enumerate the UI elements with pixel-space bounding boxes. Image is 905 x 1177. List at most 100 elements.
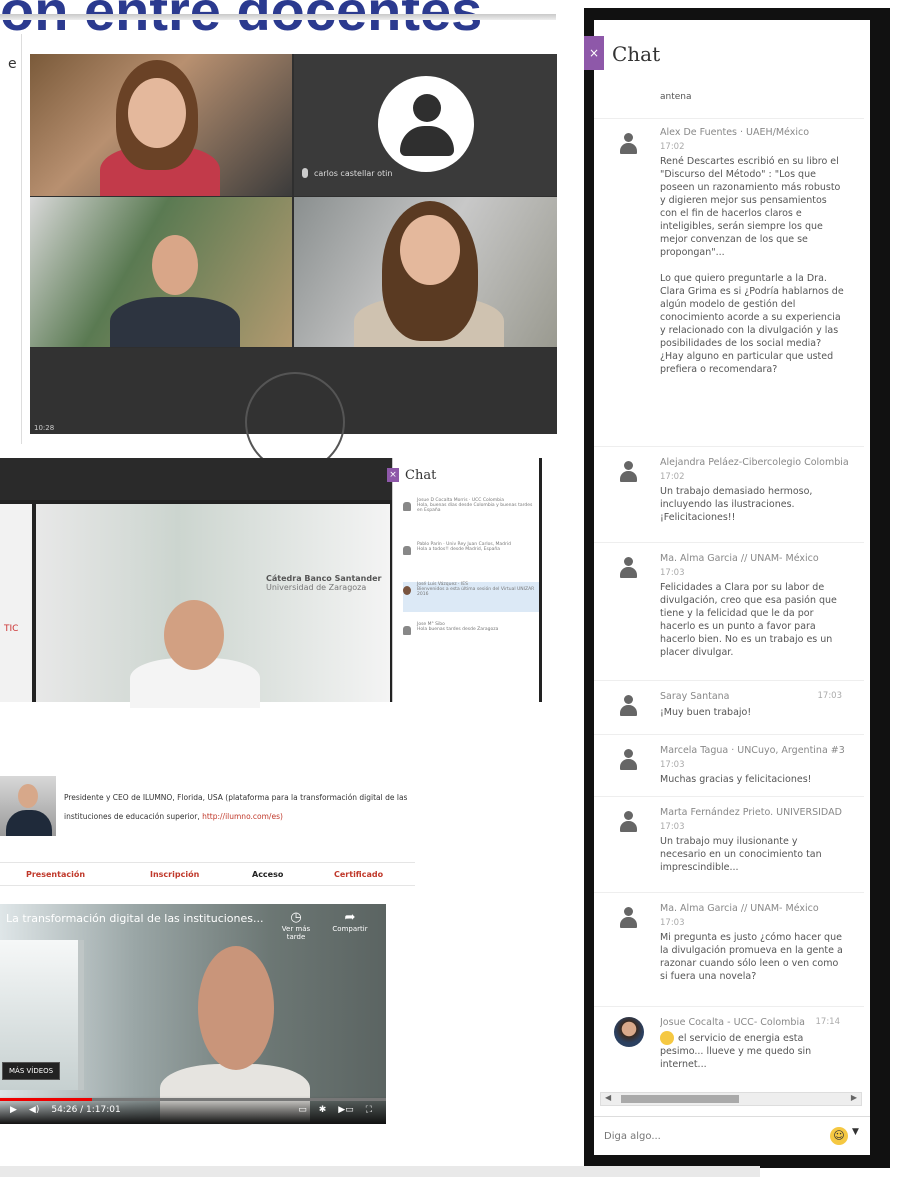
- control-ring[interactable]: [245, 372, 345, 472]
- video-tile-woman-2[interactable]: [294, 197, 557, 347]
- share-label: Compartir: [332, 925, 368, 933]
- message-time: 17:03: [660, 822, 685, 832]
- person-face: [152, 235, 198, 295]
- message-time: 17:02: [660, 472, 685, 482]
- horizontal-scrollbar[interactable]: ◀ ▶: [600, 1092, 862, 1106]
- chat-message: Marcela Tagua · UNCuyo, Argentina #3 17:…: [594, 734, 864, 796]
- chat-message: Saray Santana 17:03 ¡Muy buen trabajo!: [594, 680, 864, 734]
- message-text: Hola, buenas días desde Colombia y buena…: [417, 503, 533, 513]
- chat-messages[interactable]: antena Alex De Fuentes · UAEH/México 17:…: [594, 84, 870, 1089]
- settings-gear-icon[interactable]: ✱: [319, 1105, 327, 1115]
- course-tabs: Presentación Inscripción Acceso Certific…: [0, 862, 415, 886]
- message-text: Muchas gracias y felicitaciones!: [660, 774, 812, 785]
- message-time: 17:03: [660, 918, 685, 928]
- volume-icon[interactable]: ◀): [29, 1105, 39, 1115]
- mini-chat-title: Chat: [405, 468, 437, 483]
- user-icon: [616, 459, 640, 483]
- video-title[interactable]: La transformación digital de las institu…: [6, 912, 264, 925]
- more-videos-button[interactable]: MÁS VÍDEOS: [2, 1062, 61, 1080]
- message-text: René Descartes escribió en su libro el "…: [660, 156, 844, 375]
- mini-chat-message: José Luis Vázquez · IES Bienvenidos a est…: [403, 582, 539, 612]
- fullscreen-icon[interactable]: ⛶: [366, 1105, 372, 1115]
- user-icon: [403, 546, 411, 555]
- chat-input[interactable]: [604, 1125, 814, 1147]
- message-author: Ma. Alma Garcia // UNAM- México: [660, 553, 819, 564]
- scroll-thumb[interactable]: [621, 1095, 739, 1103]
- user-icon: [403, 502, 411, 511]
- mini-chat-panel: × Chat Josue D Cocalta Morris · UCC Colo…: [387, 458, 542, 702]
- worried-emoji-icon: [660, 1031, 674, 1045]
- message-author: Alex De Fuentes · UAEH/México: [660, 127, 810, 138]
- message-text: el servicio de energia esta pesimo... ll…: [660, 1033, 812, 1070]
- message-text: Un trabajo muy ilusionante y necesario e…: [660, 836, 822, 873]
- message-text: Felicidades a Clara por su labor de divu…: [660, 582, 837, 658]
- session-screenshot: TIC Cátedra Banco Santander Universidad …: [0, 458, 392, 708]
- tab-acceso[interactable]: Acceso: [252, 870, 283, 879]
- tab-inscripcion[interactable]: Inscripción: [150, 870, 199, 879]
- message-time: 17:03: [660, 760, 685, 770]
- message-author: Josue Cocalta - UCC- Colombia: [660, 1017, 805, 1028]
- participant-name: carlos castellar otin: [314, 168, 393, 178]
- timestamp: 10:28: [34, 424, 55, 432]
- video-topbar: [0, 458, 392, 500]
- tab-presentacion[interactable]: Presentación: [26, 870, 85, 879]
- chat-title: Chat: [612, 42, 661, 66]
- youtube-logo-icon[interactable]: ▶▭: [338, 1105, 353, 1115]
- message-time: 17:03: [660, 568, 685, 578]
- left-video[interactable]: TIC: [0, 504, 32, 702]
- page: ón entre docentes e carlos castellar oti…: [0, 0, 905, 1177]
- watch-later-label: Ver más tarde: [281, 925, 311, 941]
- person-face: [164, 600, 224, 670]
- video-tile-man[interactable]: [30, 197, 292, 347]
- video-tile-woman[interactable]: [30, 54, 292, 196]
- chat-message: Ma. Alma Garcia // UNAM- México 17:03 Mi…: [594, 892, 864, 1006]
- user-photo-icon: [614, 1017, 644, 1047]
- youtube-player[interactable]: La transformación digital de las institu…: [0, 904, 386, 1124]
- title-rule: [0, 14, 556, 20]
- close-icon[interactable]: ×: [584, 36, 604, 70]
- clock-icon: ◷: [290, 910, 302, 925]
- close-icon[interactable]: ×: [387, 468, 399, 482]
- mini-chat-message: Josue D Cocalta Morris · UCC Colombia Hol…: [403, 498, 539, 528]
- subtitles-icon[interactable]: ▭: [298, 1105, 307, 1115]
- message-fragment: antena: [660, 92, 692, 102]
- right-controls: ▭ ✱ ▶▭ ⛶: [298, 1105, 372, 1115]
- user-icon: [616, 131, 640, 155]
- user-photo-icon: [403, 586, 411, 595]
- person-face: [128, 78, 186, 148]
- user-icon: [616, 555, 640, 579]
- play-icon[interactable]: ▶: [10, 1105, 17, 1115]
- mini-chat-message: Pablo Parín · Univ Rey Juan Carlos, Madr…: [403, 542, 539, 572]
- user-icon: [403, 626, 411, 635]
- chat-message: Marta Fernández Prieto. UNIVERSIDAD 17:0…: [594, 796, 864, 892]
- user-icon: [616, 809, 640, 833]
- scroll-left-icon[interactable]: ◀: [605, 1093, 611, 1102]
- chat-message: Josue Cocalta - UCC- Colombia 17:14 el s…: [594, 1006, 864, 1086]
- message-text: Un trabajo demasiado hermoso, incluyendo…: [660, 486, 813, 523]
- mini-chat-message: Jose M° Sibo Hola buenas tardes desde Zar…: [403, 622, 539, 652]
- chat-message: Ma. Alma Garcia // UNAM- México 17:03 Fe…: [594, 542, 864, 680]
- profile-link[interactable]: http://ilumno.com/es): [202, 812, 283, 821]
- left-clipped-panel: e: [0, 34, 22, 444]
- profile-photo: [0, 776, 56, 836]
- video-tile-avatar[interactable]: carlos castellar otin: [294, 54, 557, 196]
- video-call-grid: carlos castellar otin 10:28: [30, 54, 557, 472]
- share-button[interactable]: ➦ Compartir: [330, 910, 370, 933]
- watch-later-button[interactable]: ◷ Ver más tarde: [276, 910, 316, 941]
- chevron-down-icon[interactable]: ▼: [852, 1127, 859, 1137]
- side-label: TIC: [4, 624, 19, 634]
- message-time: 17:02: [660, 142, 685, 152]
- tab-certificado[interactable]: Certificado: [334, 870, 383, 879]
- microphone-icon: [302, 168, 308, 178]
- presenter: [120, 600, 270, 708]
- slide-title: ón entre docentes: [0, 0, 483, 42]
- presenter-video[interactable]: Cátedra Banco Santander Universidad de Z…: [36, 504, 390, 708]
- progress-bar[interactable]: [0, 1098, 386, 1101]
- chat-message: Alex De Fuentes · UAEH/México 17:02 René…: [594, 118, 864, 458]
- user-avatar-icon: [378, 76, 474, 172]
- message-author: Marcela Tagua · UNCuyo, Argentina #3: [660, 745, 845, 756]
- scroll-right-icon[interactable]: ▶: [851, 1093, 857, 1102]
- message-text: Bienvenidos a esta última sesión del Vir…: [417, 587, 535, 597]
- emoji-picker-icon[interactable]: ☺: [830, 1127, 848, 1145]
- message-time: 17:14: [815, 1017, 841, 1027]
